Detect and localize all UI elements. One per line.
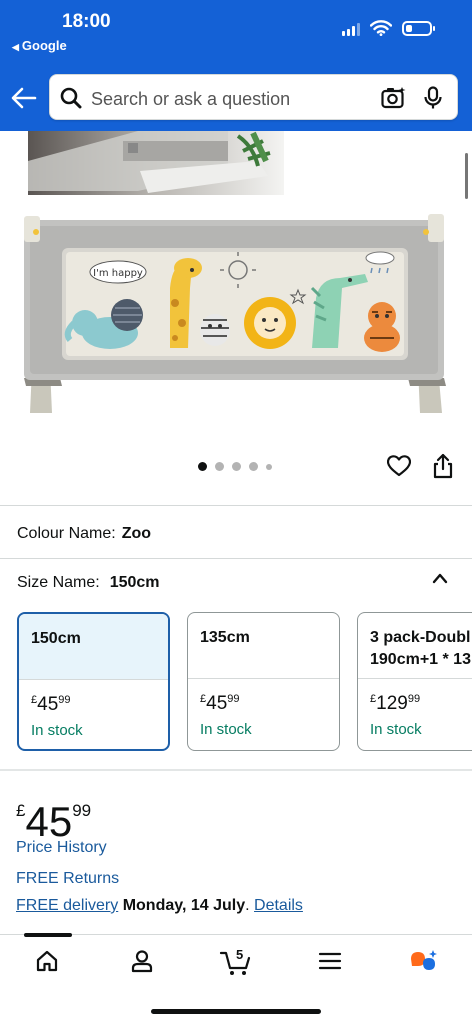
divider bbox=[0, 505, 472, 506]
colour-label: Colour Name: bbox=[17, 525, 116, 542]
size-option-price: £12999 bbox=[370, 693, 421, 714]
delivery-date: Monday, 14 July bbox=[122, 897, 246, 914]
home-indicator bbox=[151, 1009, 321, 1014]
app-header: 18:00 ◀ Google Search or ask a question bbox=[0, 0, 472, 131]
rufus-assistant-icon bbox=[411, 950, 437, 970]
back-triangle-icon: ◀ bbox=[12, 42, 19, 52]
home-icon bbox=[36, 950, 58, 972]
size-option-header: 3 pack-Doubl 190cm+1 * 13 bbox=[358, 613, 472, 679]
nav-rufus[interactable] bbox=[400, 949, 448, 979]
battery-icon bbox=[402, 21, 435, 36]
search-icon bbox=[60, 87, 82, 109]
product-price: £4599 bbox=[16, 798, 92, 845]
nav-cart[interactable]: 5 bbox=[212, 947, 260, 979]
size-option-135cm[interactable]: 135cm £4599 In stock bbox=[187, 612, 340, 751]
size-option-price: £4599 bbox=[200, 693, 240, 714]
free-returns-link[interactable]: FREE Returns bbox=[16, 870, 119, 888]
share-icon[interactable] bbox=[432, 453, 454, 479]
image-pagination-dots[interactable] bbox=[198, 462, 272, 471]
size-option-stock: In stock bbox=[200, 721, 252, 738]
cellular-signal-icon bbox=[342, 22, 360, 36]
cart-count-badge: 5 bbox=[236, 947, 244, 962]
rail-speech-text: I'm happy bbox=[93, 268, 143, 279]
status-icons bbox=[342, 20, 435, 36]
pagination-dot-5[interactable] bbox=[266, 463, 272, 470]
nav-home[interactable] bbox=[23, 949, 71, 979]
divider bbox=[0, 769, 472, 771]
free-delivery-link[interactable]: FREE delivery bbox=[16, 897, 118, 914]
colour-name-row[interactable]: Colour Name: Zoo bbox=[17, 525, 151, 543]
pagination-dot-3[interactable] bbox=[232, 462, 241, 471]
size-option-header: 135cm bbox=[188, 613, 339, 679]
wifi-icon bbox=[370, 20, 392, 36]
scroll-indicator[interactable] bbox=[465, 153, 468, 199]
menu-icon bbox=[318, 952, 342, 970]
size-name-row[interactable]: Size Name: 150cm bbox=[17, 574, 160, 592]
price-history-link[interactable]: Price History bbox=[16, 839, 107, 857]
back-to-app-link[interactable]: ◀ Google bbox=[12, 38, 67, 53]
size-option-header: 150cm bbox=[19, 614, 168, 680]
size-value: 150cm bbox=[109, 574, 160, 591]
delivery-info: FREE delivery Monday, 14 July. Details bbox=[16, 897, 303, 914]
nav-account[interactable] bbox=[118, 949, 166, 979]
size-label: Size Name: bbox=[17, 574, 100, 591]
back-app-label: Google bbox=[21, 38, 67, 53]
product-image-bed-rail[interactable]: I'm happy bbox=[20, 208, 450, 418]
colour-value: Zoo bbox=[121, 525, 152, 542]
size-option-stock: In stock bbox=[370, 721, 422, 738]
camera-search-icon[interactable] bbox=[381, 86, 407, 110]
search-placeholder: Search or ask a question bbox=[91, 89, 291, 109]
search-bar[interactable]: Search or ask a question bbox=[49, 74, 458, 120]
size-option-price: £4599 bbox=[31, 694, 71, 715]
size-option-name: 3 pack-Doubl 190cm+1 * 13 bbox=[370, 629, 471, 668]
back-arrow-icon[interactable] bbox=[10, 84, 38, 112]
status-time: 18:00 bbox=[62, 11, 111, 32]
pagination-dot-2[interactable] bbox=[215, 462, 224, 471]
chevron-up-icon[interactable] bbox=[431, 571, 449, 585]
size-option-150cm[interactable]: 150cm £4599 In stock bbox=[17, 612, 170, 751]
size-option-name: 135cm bbox=[200, 629, 250, 646]
heart-icon[interactable] bbox=[387, 455, 411, 477]
divider bbox=[0, 558, 472, 559]
pagination-dot-1[interactable] bbox=[198, 462, 207, 471]
size-option-stock: In stock bbox=[31, 722, 83, 739]
product-photo-bedroom[interactable] bbox=[28, 131, 284, 195]
size-option-name: 150cm bbox=[31, 630, 81, 647]
account-icon bbox=[131, 950, 153, 973]
active-tab-indicator bbox=[24, 933, 72, 937]
delivery-details-link[interactable]: Details bbox=[254, 897, 303, 914]
pagination-dot-4[interactable] bbox=[249, 462, 258, 471]
microphone-icon[interactable] bbox=[423, 86, 443, 110]
nav-menu[interactable] bbox=[306, 949, 354, 979]
size-option-3-pack[interactable]: 3 pack-Doubl 190cm+1 * 13 £12999 In stock bbox=[357, 612, 472, 751]
